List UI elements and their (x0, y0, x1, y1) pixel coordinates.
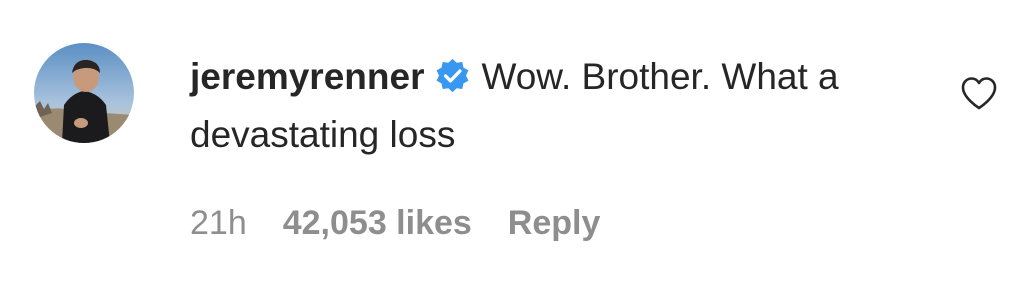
heart-icon[interactable] (958, 72, 1000, 114)
avatar[interactable] (34, 43, 134, 143)
comment-time: 21h (190, 204, 247, 242)
comment-body: jeremyrenner Wow. Brother. What a devasta… (190, 48, 930, 164)
comment: jeremyrenner Wow. Brother. What a devasta… (0, 0, 1024, 282)
reply-button[interactable]: Reply (508, 204, 601, 242)
avatar-image (34, 43, 134, 143)
likes-count[interactable]: 42,053 likes (283, 204, 472, 242)
comment-text-line: jeremyrenner Wow. Brother. What a devasta… (190, 48, 930, 164)
comment-meta: 21h 42,053 likes Reply (190, 200, 636, 246)
username-link[interactable]: jeremyrenner (190, 56, 424, 97)
verified-badge-icon (434, 57, 471, 94)
